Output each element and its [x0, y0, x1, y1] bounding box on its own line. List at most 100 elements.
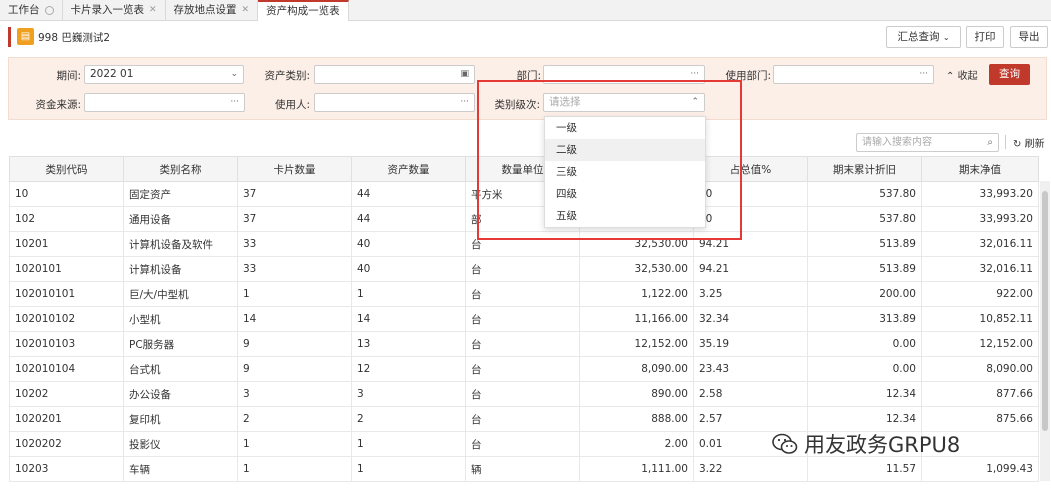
table-cell: 513.89 — [807, 231, 922, 257]
fund-source-input[interactable]: ··· — [84, 93, 245, 112]
table-cell: 33 — [237, 231, 352, 257]
refresh-button[interactable]: ↻ 刷新 — [1013, 135, 1045, 150]
table-cell: 复印机 — [123, 406, 238, 432]
tab-workbench[interactable]: 工作台 — [0, 0, 63, 21]
table-cell: 40 — [351, 256, 466, 282]
column-header[interactable]: 期末净值 — [921, 156, 1039, 182]
tab-label: 卡片录入一览表 — [70, 4, 145, 16]
divider — [1005, 135, 1006, 149]
column-header[interactable]: 资产数量 — [351, 156, 466, 182]
search-placeholder: 请输入搜索内容 — [862, 137, 932, 148]
table-cell: 9 — [237, 331, 352, 357]
table-cell: 32,016.11 — [921, 256, 1039, 282]
table-row[interactable]: 1020101 计算机设备 33 40 台 32,530.00 94.21 513.89 32,… — [9, 256, 1039, 282]
wechat-icon — [772, 433, 798, 454]
export-button[interactable]: 导出 — [1010, 26, 1048, 48]
table-row[interactable]: 1020201 复印机 2 2 台 888.00 2.57 12.34 875.66 — [9, 406, 1039, 432]
table-row[interactable]: 102010104 台式机 9 12 台 8,090.00 23.43 0.00 8,090.0… — [9, 356, 1039, 382]
column-header[interactable]: 类别名称 — [123, 156, 238, 182]
asset-category-input[interactable]: ▣ — [314, 65, 475, 84]
table-cell: 12.34 — [807, 406, 922, 432]
table-cell: 1 — [351, 456, 466, 482]
column-header[interactable]: 卡片数量 — [237, 156, 352, 182]
table-cell: 2 — [237, 406, 352, 432]
tab-storage-location[interactable]: 存放地点设置 ✕ — [166, 0, 259, 21]
table-row[interactable]: 10202 办公设备 3 3 台 890.00 2.58 12.34 877.66 — [9, 381, 1039, 407]
collapse-toggle[interactable]: ⌃ 收起 — [946, 67, 978, 82]
vertical-scrollbar[interactable] — [1040, 181, 1050, 481]
table-cell: 12 — [351, 356, 466, 382]
table-cell: 102010102 — [9, 306, 124, 332]
table-cell: 台 — [465, 331, 580, 357]
table-cell: 台 — [465, 281, 580, 307]
table-cell: 13 — [351, 331, 466, 357]
table-cell: 33 — [237, 256, 352, 282]
table-row[interactable]: 102010102 小型机 14 14 台 11,166.00 32.34 313.89 10,… — [9, 306, 1039, 332]
table-cell: 10,852.11 — [921, 306, 1039, 332]
table-cell: 37 — [237, 181, 352, 207]
document-icon: ▤ — [17, 28, 34, 45]
table-cell: 台 — [465, 256, 580, 282]
period-label: 期间: — [56, 70, 81, 82]
table-cell: 10201 — [9, 231, 124, 257]
use-dept-input[interactable]: ··· — [773, 65, 934, 84]
close-icon[interactable]: ✕ — [149, 0, 157, 21]
ellipsis-icon[interactable]: ··· — [460, 94, 469, 111]
ellipsis-icon[interactable]: ··· — [919, 66, 928, 83]
table-cell: 车辆 — [123, 456, 238, 482]
chevron-up-icon: ⌃ — [946, 71, 955, 82]
ellipsis-icon[interactable]: ··· — [230, 94, 239, 111]
tab-asset-composition[interactable]: 资产构成一览表 — [258, 0, 349, 21]
table-cell: 台 — [465, 381, 580, 407]
chevron-down-icon: ⌄ — [942, 33, 950, 42]
scrollbar-thumb[interactable] — [1042, 191, 1048, 431]
print-button[interactable]: 打印 — [966, 26, 1004, 48]
refresh-label: 刷新 — [1024, 139, 1045, 150]
close-icon[interactable]: ✕ — [242, 0, 250, 21]
user-label: 使用人: — [274, 99, 310, 111]
user-input[interactable]: ··· — [314, 93, 475, 112]
tab-card-entry[interactable]: 卡片录入一览表 ✕ — [63, 0, 166, 21]
tab-label: 存放地点设置 — [173, 4, 237, 16]
table-cell: 32.34 — [693, 306, 808, 332]
table-cell: 1 — [351, 431, 466, 457]
table-cell: 台 — [465, 306, 580, 332]
table-cell: 313.89 — [807, 306, 922, 332]
table-cell: 1,099.43 — [921, 456, 1039, 482]
table-cell: 94.21 — [693, 256, 808, 282]
table-cell: 0.00 — [807, 331, 922, 357]
table-row[interactable]: 102010101 巨/大/中型机 1 1 台 1,122.00 3.25 200.00 922… — [9, 281, 1039, 307]
table-cell: 11.57 — [807, 456, 922, 482]
table-row[interactable]: 102010103 PC服务器 9 13 台 12,152.00 35.19 0.00 12,1… — [9, 331, 1039, 357]
search-input[interactable]: 请输入搜索内容 ⌕ — [856, 133, 999, 152]
table-cell: 33,993.20 — [921, 181, 1039, 207]
table-cell: 102010103 — [9, 331, 124, 357]
summary-query-button[interactable]: 汇总查询 ⌄ — [886, 26, 961, 48]
table-cell: 14 — [237, 306, 352, 332]
table-cell: 32,530.00 — [579, 256, 694, 282]
table-cell: 35.19 — [693, 331, 808, 357]
column-header[interactable]: 期末累计折旧 — [807, 156, 922, 182]
column-header[interactable]: 类别代码 — [9, 156, 124, 182]
page-header: ▤ 998 巴巍测试2 汇总查询 ⌄ 打印 导出 — [0, 22, 1051, 52]
table-cell: 3.25 — [693, 281, 808, 307]
table-cell: 14 — [351, 306, 466, 332]
table-cell: 台式机 — [123, 356, 238, 382]
table-cell: 102 — [9, 206, 124, 232]
period-select[interactable]: 2022 01 ⌄ — [84, 65, 244, 84]
refresh-icon: ↻ — [1013, 139, 1022, 150]
table-cell: 0.00 — [807, 356, 922, 382]
table-cell: 10202 — [9, 381, 124, 407]
table-cell: 513.89 — [807, 256, 922, 282]
table-cell: 537.80 — [807, 181, 922, 207]
table-row[interactable]: 10203 车辆 1 1 辆 1,111.00 3.22 11.57 1,099.43 — [9, 456, 1039, 482]
calendar-icon[interactable]: ▣ — [460, 66, 469, 83]
table-cell: 1,111.00 — [579, 456, 694, 482]
search-icon[interactable]: ⌕ — [987, 134, 993, 151]
query-button[interactable]: 查询 — [989, 64, 1030, 85]
table-cell: 1,122.00 — [579, 281, 694, 307]
page-title: 998 巴巍测试2 — [38, 32, 111, 44]
table-cell: 888.00 — [579, 406, 694, 432]
circle-close-icon[interactable] — [44, 6, 54, 15]
watermark: 用友政务GRPU8 — [772, 429, 960, 459]
